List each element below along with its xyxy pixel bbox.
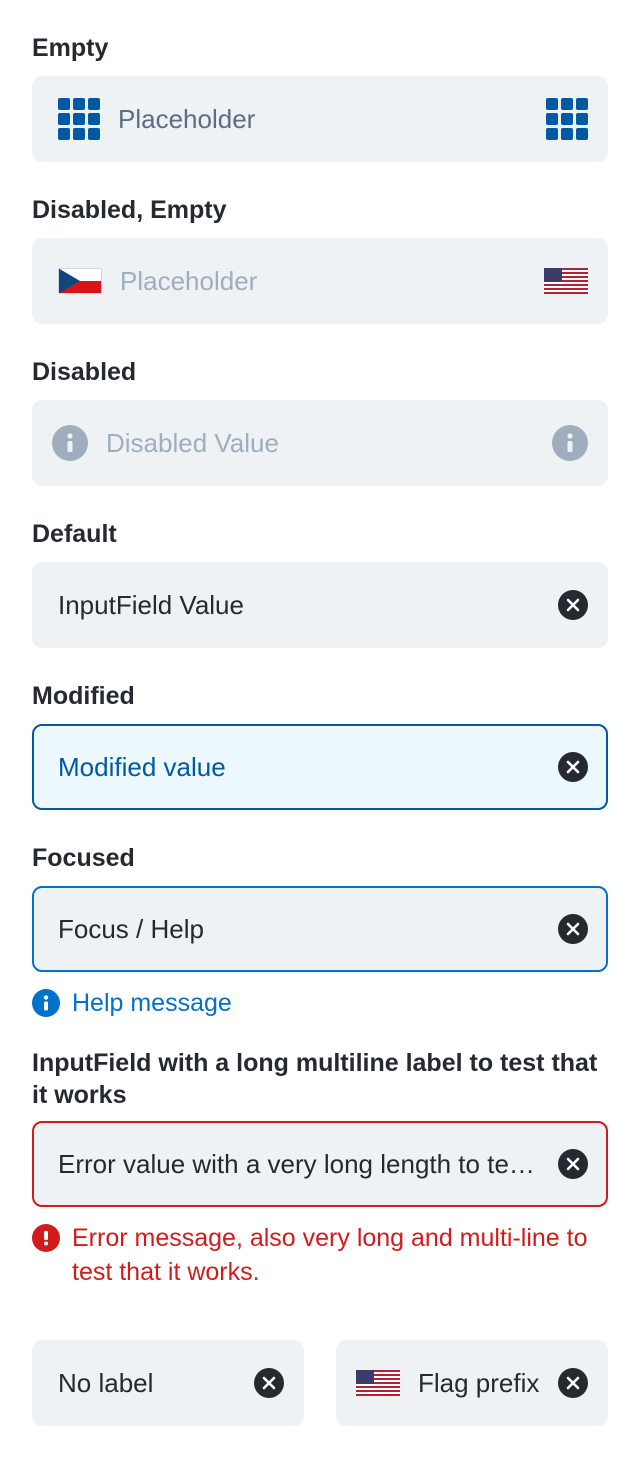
info-icon <box>52 425 88 461</box>
help-message: Help message <box>32 986 608 1020</box>
clear-icon[interactable] <box>558 752 588 782</box>
field-label: Empty <box>32 34 109 62</box>
field-group-modified: Modified Modified value <box>32 680 608 810</box>
input-value: InputField Value <box>58 589 244 620</box>
input-empty[interactable]: Placeholder <box>32 76 608 162</box>
clear-icon[interactable] <box>558 1368 588 1398</box>
input-flag-prefix[interactable]: Flag prefix <box>336 1340 608 1426</box>
clear-icon[interactable] <box>558 590 588 620</box>
field-group-disabled-empty: Disabled, Empty Placeholder <box>32 194 608 324</box>
input-value: Disabled Value <box>106 427 279 458</box>
field-group-error: InputField with a long multiline label t… <box>32 1047 608 1289</box>
input-focused[interactable]: Focus / Help <box>32 886 608 972</box>
grid-icon[interactable] <box>546 98 588 140</box>
clear-icon[interactable] <box>558 1149 588 1179</box>
clear-icon[interactable] <box>558 914 588 944</box>
input-no-label[interactable]: No label <box>32 1340 304 1426</box>
input-modified[interactable]: Modified value <box>32 724 608 810</box>
us-flag-icon <box>544 268 588 294</box>
error-message: Error message, also very long and multi-… <box>32 1221 608 1289</box>
input-default[interactable]: InputField Value <box>32 562 608 648</box>
input-value: Focus / Help <box>58 913 204 944</box>
info-icon <box>32 989 60 1017</box>
input-value: No label <box>58 1367 154 1398</box>
field-label: InputField with a long multiline label t… <box>32 1049 598 1109</box>
field-label: Modified <box>32 682 135 710</box>
grid-icon <box>58 98 100 140</box>
input-error[interactable]: Error value with a very long length to t… <box>32 1121 608 1207</box>
input-disabled: Disabled Value <box>32 400 608 486</box>
no-label-row: No label Flag prefix <box>32 1340 608 1426</box>
field-label: Focused <box>32 844 135 872</box>
us-flag-icon <box>356 1370 400 1396</box>
input-value: Modified value <box>58 751 226 782</box>
alert-icon <box>32 1224 60 1252</box>
field-label: Disabled <box>32 358 137 386</box>
input-disabled-empty: Placeholder <box>32 238 608 324</box>
field-label: Default <box>32 520 117 548</box>
error-text: Error message, also very long and multi-… <box>72 1224 588 1286</box>
info-icon <box>552 425 588 461</box>
field-group-default: Default InputField Value <box>32 518 608 648</box>
field-label: Disabled, Empty <box>32 196 227 224</box>
czech-flag-icon <box>58 268 102 294</box>
clear-icon[interactable] <box>254 1368 284 1398</box>
input-value: Flag prefix <box>418 1367 540 1398</box>
help-text: Help message <box>72 989 232 1017</box>
field-group-empty: Empty Placeholder <box>32 32 608 162</box>
input-value: Error value with a very long length to t… <box>58 1148 546 1179</box>
input-placeholder: Placeholder <box>118 103 256 134</box>
input-placeholder: Placeholder <box>120 265 258 296</box>
field-group-focused: Focused Focus / Help Help message <box>32 842 608 1020</box>
page: Empty Placeholder Disabled, Empty Placeh… <box>0 0 640 1459</box>
field-group-disabled: Disabled Disabled Value <box>32 356 608 486</box>
